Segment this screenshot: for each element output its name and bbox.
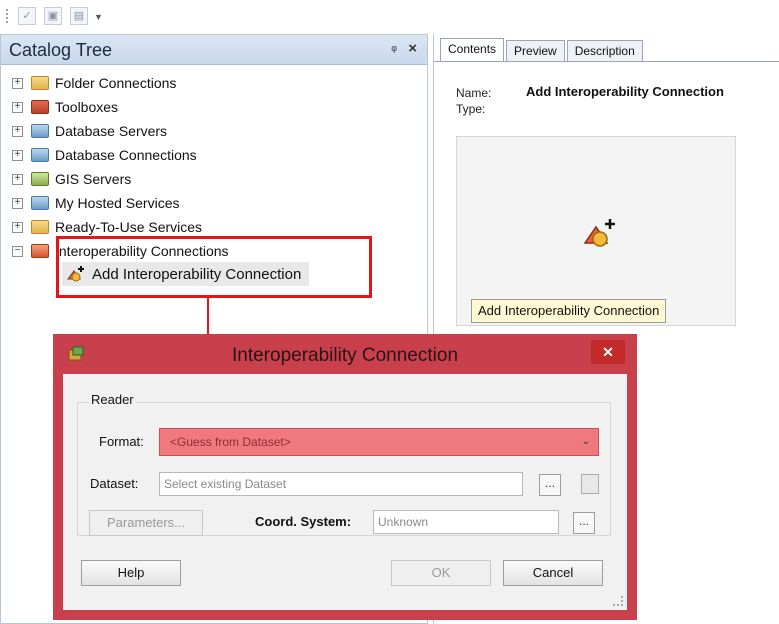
- type-label: Type:: [456, 102, 486, 116]
- tree-item-label: Database Servers: [55, 123, 168, 139]
- dialog-body: Reader Format: <Guess from Dataset> ⌄ Da…: [63, 374, 627, 610]
- close-icon[interactable]: ×: [408, 40, 417, 57]
- parameters-button[interactable]: Parameters...: [89, 510, 203, 536]
- expand-icon[interactable]: +: [12, 197, 23, 209]
- hosted-services-icon: [31, 196, 49, 210]
- name-label: Name:: [456, 86, 492, 100]
- tree-item-label: Ready-To-Use Services: [55, 219, 203, 235]
- dialog-close-button[interactable]: ✕: [591, 340, 625, 364]
- dock-icon[interactable]: ▤: [70, 7, 88, 25]
- tree-item-label: My Hosted Services: [55, 195, 180, 211]
- tab-preview[interactable]: Preview: [506, 40, 565, 62]
- catalog-header: Catalog Tree ᵠ ×: [1, 35, 427, 65]
- check-icon[interactable]: ✓: [18, 7, 36, 25]
- database-server-icon: [31, 124, 49, 138]
- tree-item[interactable]: + Ready-To-Use Services: [12, 216, 202, 238]
- tree-item-label: Folder Connections: [55, 75, 177, 91]
- toolbox-icon: [31, 100, 49, 114]
- gis-server-icon: [31, 172, 49, 186]
- database-connection-icon: [31, 148, 49, 162]
- tab-contents[interactable]: Contents: [440, 38, 505, 62]
- expand-icon[interactable]: +: [12, 221, 23, 233]
- tree-item-label: Toolboxes: [55, 99, 119, 115]
- annotation-highlight-box: [56, 236, 372, 298]
- dataset-browse-button[interactable]: ...: [539, 474, 561, 496]
- reader-group-label: Reader: [89, 392, 136, 407]
- ok-button[interactable]: OK: [391, 560, 491, 586]
- tree-item[interactable]: + Database Connections: [12, 144, 197, 166]
- name-value: Add Interoperability Connection: [526, 84, 724, 99]
- resize-grip[interactable]: [613, 596, 623, 606]
- tree-item-label: GIS Servers: [55, 171, 132, 187]
- dataset-label: Dataset:: [90, 476, 139, 491]
- format-select[interactable]: <Guess from Dataset> ⌄: [159, 428, 599, 456]
- expand-icon[interactable]: +: [12, 149, 23, 161]
- expand-icon[interactable]: +: [12, 101, 23, 113]
- collapse-icon[interactable]: −: [12, 245, 23, 257]
- thumbnail-caption: Add Interoperability Connection: [471, 299, 667, 323]
- toolbar: ✓ ▣ ▤ ▼: [0, 0, 779, 34]
- format-label: Format:: [99, 434, 144, 449]
- folder-icon: [31, 76, 49, 90]
- tree-item-label: Database Connections: [55, 147, 197, 163]
- toolbar-dropdown-icon[interactable]: ▼: [94, 10, 103, 24]
- tree-item[interactable]: + Toolboxes: [12, 96, 118, 118]
- view-icon[interactable]: ▣: [44, 7, 62, 25]
- coord-system-label: Coord. System:: [255, 514, 352, 529]
- expand-icon[interactable]: +: [12, 77, 23, 89]
- cancel-button[interactable]: Cancel: [503, 560, 603, 586]
- dialog-title: Interoperability Connection: [231, 345, 459, 366]
- tree-item[interactable]: + GIS Servers: [12, 168, 131, 190]
- add-interop-connection-icon: [583, 219, 615, 247]
- catalog-title: Catalog Tree: [9, 40, 113, 60]
- tab-strip: Contents Preview Description: [440, 38, 645, 62]
- chevron-down-icon: ⌄: [581, 436, 590, 447]
- help-button[interactable]: Help: [81, 560, 181, 586]
- coord-system-input[interactable]: Unknown: [373, 510, 559, 534]
- ready-services-icon: [31, 220, 49, 234]
- dialog-title-bar[interactable]: Interoperability Connection ✕: [53, 334, 637, 374]
- tree-item[interactable]: + Folder Connections: [12, 72, 176, 94]
- expand-icon[interactable]: +: [12, 125, 23, 137]
- interop-connection-dialog: Interoperability Connection ✕ Reader For…: [53, 334, 637, 620]
- tab-description[interactable]: Description: [566, 40, 643, 62]
- item-thumbnail: Add Interoperability Connection: [456, 136, 736, 326]
- expand-icon[interactable]: +: [12, 173, 23, 185]
- tree-item[interactable]: + My Hosted Services: [12, 192, 179, 214]
- interop-folder-icon: [31, 244, 49, 258]
- tab-divider: [434, 61, 779, 62]
- add-dataset-icon[interactable]: [581, 474, 599, 494]
- dataset-input[interactable]: Select existing Dataset: [159, 472, 523, 496]
- tree-item[interactable]: + Database Servers: [12, 120, 167, 142]
- pin-icon[interactable]: ᵠ: [391, 42, 397, 57]
- format-value: <Guess from Dataset>: [170, 435, 291, 449]
- coord-system-browse-button[interactable]: ...: [573, 512, 595, 534]
- toolbar-grip[interactable]: [6, 9, 9, 23]
